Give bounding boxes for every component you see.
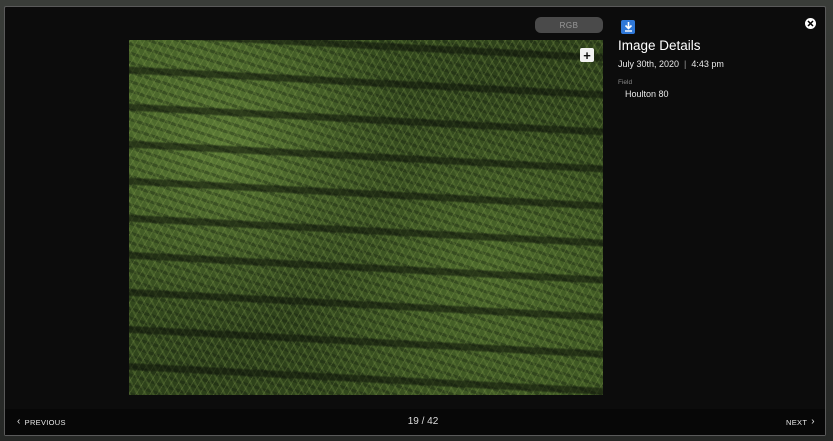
- close-button[interactable]: [805, 18, 816, 29]
- zoom-in-button[interactable]: +: [580, 48, 594, 62]
- rgb-toggle-button[interactable]: RGB: [535, 17, 603, 33]
- close-icon: [807, 20, 814, 27]
- image-viewer-modal: RGB + Image Details July 30th, 2020 | 4:…: [4, 6, 826, 436]
- capture-date: July 30th, 2020: [618, 59, 680, 69]
- next-label: NEXT: [786, 417, 808, 427]
- field-label: Field: [618, 79, 633, 86]
- plus-icon: +: [583, 47, 591, 63]
- capture-datetime: July 30th, 2020 | 4:43 pm: [618, 59, 724, 69]
- capture-time: 4:43 pm: [691, 59, 724, 69]
- crop-field-image: [129, 40, 603, 395]
- chevron-right-icon: ›: [811, 416, 815, 427]
- download-button[interactable]: [621, 20, 635, 34]
- download-icon: [624, 22, 632, 32]
- next-button[interactable]: NEXT ›: [786, 417, 815, 427]
- field-value: Houlton 80: [625, 89, 669, 99]
- details-title: Image Details: [618, 38, 701, 53]
- page-counter: 19 / 42: [407, 416, 439, 427]
- datetime-separator: |: [684, 59, 687, 69]
